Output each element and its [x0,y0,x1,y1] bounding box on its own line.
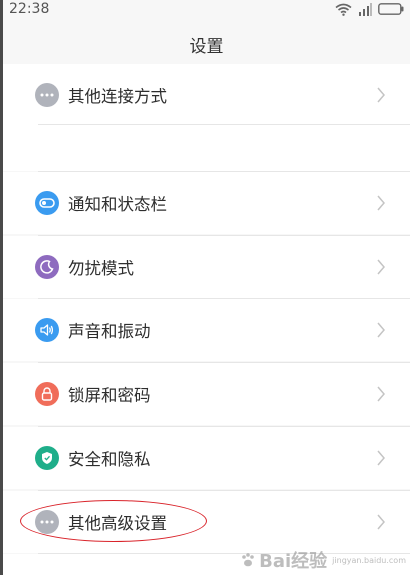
shield-icon [35,446,59,470]
settings-item-label: 声音和振动 [68,322,151,341]
title-bar: 设置 [3,20,410,68]
chevron-right-icon [377,386,385,402]
chevron-right-icon [377,259,385,275]
wifi-icon [335,3,352,16]
speaker-icon [35,318,59,342]
toggle-icon [35,191,59,215]
more-icon [35,83,59,107]
chevron-right-icon [377,322,385,338]
status-icons [335,1,404,17]
chevron-right-icon [377,195,385,211]
settings-item-label: 通知和状态栏 [68,195,167,214]
section-gap [3,125,410,171]
chevron-right-icon [377,450,385,466]
page-title: 设置 [189,36,224,57]
settings-item-lock-screen[interactable]: 锁屏和密码 [3,363,410,425]
settings-item-label: 其他连接方式 [68,87,167,106]
more-icon [35,510,59,534]
status-time: 22:38 [9,1,50,17]
watermark-text: Bai经验 [259,551,328,572]
moon-icon [35,255,59,279]
chevron-right-icon [377,514,385,530]
battery-icon [378,3,404,15]
watermark: Bai经验 jingyan.baidu.com [240,547,406,573]
settings-item-do-not-disturb[interactable]: 勿扰模式 [3,236,410,298]
settings-item-label: 其他高级设置 [68,514,167,533]
signal-icon [359,2,372,16]
settings-item-other-connections[interactable]: 其他连接方式 [3,64,410,126]
chevron-right-icon [377,87,385,103]
paw-icon [242,553,254,567]
settings-item-notifications[interactable]: 通知和状态栏 [3,172,410,234]
status-bar: 22:38 [3,0,410,20]
settings-item-security[interactable]: 安全和隐私 [3,427,410,489]
watermark-subtext: jingyan.baidu.com [332,555,406,565]
settings-item-sound[interactable]: 声音和振动 [3,299,410,361]
settings-item-label: 勿扰模式 [68,259,134,278]
settings-item-label: 锁屏和密码 [68,386,151,405]
settings-item-label: 安全和隐私 [68,450,151,469]
lock-icon [35,382,59,406]
settings-item-advanced[interactable]: 其他高级设置 [3,491,410,553]
